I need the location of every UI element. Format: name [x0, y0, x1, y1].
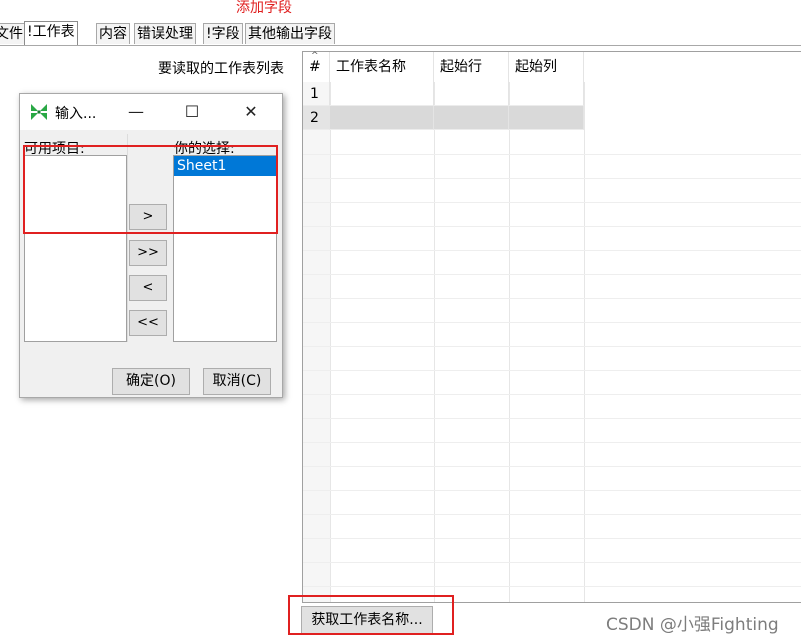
select-items-dialog: 输入... — ☐ ✕ 可用项目: 你的选择: Sheet1 > >> < <<… [19, 93, 283, 398]
tab-fields[interactable]: !字段 [203, 23, 243, 44]
tab-other-output-fields[interactable]: 其他输出字段 [245, 23, 335, 44]
column-header-sheet-name[interactable]: 工作表名称 [330, 52, 434, 82]
grid-line [303, 394, 801, 395]
tab-label: 文件 [0, 26, 23, 42]
tab-file[interactable]: 文件 [0, 23, 26, 44]
grid-line [303, 442, 801, 443]
grid-line [303, 178, 801, 179]
start-row-cell[interactable] [434, 82, 509, 106]
get-sheet-names-button[interactable]: 获取工作表名称... [301, 606, 433, 635]
start-row-cell[interactable] [434, 106, 509, 130]
grid-line [303, 466, 801, 467]
grid-line [509, 82, 510, 602]
sheets-table[interactable]: ^ # 工作表名称 起始行 起始列 1 2 [302, 51, 801, 603]
divider [127, 134, 128, 342]
column-header-label: # [309, 59, 321, 75]
grid-line [303, 202, 801, 203]
remove-all-button[interactable]: << [129, 310, 167, 336]
grid-line [303, 154, 801, 155]
tab-error-handling[interactable]: 错误处理 [134, 23, 196, 44]
annotation-title: 添加字段 [236, 0, 292, 16]
table-row[interactable]: 1 [303, 82, 801, 106]
tab-sheets[interactable]: !工作表 [24, 21, 78, 45]
grid-line [303, 514, 801, 515]
tab-label: 错误处理 [137, 26, 193, 42]
tab-label: 内容 [99, 26, 127, 42]
available-items-list[interactable] [24, 155, 127, 342]
column-header-label: 起始行 [440, 59, 482, 75]
dialog-title: 输入... [55, 106, 97, 122]
column-header-label: 工作表名称 [336, 59, 406, 75]
grid-line [303, 322, 801, 323]
add-selected-button[interactable]: > [129, 204, 167, 230]
grid-line [303, 346, 801, 347]
column-header-label: 起始列 [515, 59, 557, 75]
sort-ascending-icon: ^ [311, 51, 319, 61]
maximize-button[interactable]: ☐ [172, 94, 212, 130]
grid-line [303, 250, 801, 251]
row-number: 2 [303, 106, 330, 130]
grid-line [303, 490, 801, 491]
selected-items-list[interactable]: Sheet1 [173, 155, 277, 342]
tab-label: 其他输出字段 [248, 26, 332, 42]
table-header: ^ # 工作表名称 起始行 起始列 [303, 51, 801, 82]
tab-strip: 文件 !工作表 内容 错误处理 !字段 其他输出字段 [0, 21, 801, 46]
grid-line [303, 418, 801, 419]
grid-line [303, 586, 801, 587]
grid-line [434, 82, 435, 602]
ok-button[interactable]: 确定(O) [112, 368, 190, 395]
grid-line [303, 298, 801, 299]
cancel-button[interactable]: 取消(C) [203, 368, 271, 395]
tab-label: !工作表 [27, 24, 75, 40]
column-header-start-row[interactable]: 起始行 [434, 52, 509, 82]
grid-line [584, 82, 585, 602]
tab-label: !字段 [206, 26, 240, 42]
sheet-name-cell[interactable] [330, 106, 434, 130]
dialog-titlebar[interactable]: 输入... — ☐ ✕ [20, 94, 282, 130]
start-column-cell[interactable] [509, 106, 584, 130]
column-header-number[interactable]: ^ # [303, 51, 330, 82]
sheet-name-cell[interactable] [330, 82, 434, 106]
close-button[interactable]: ✕ [231, 94, 271, 130]
grid-line [303, 562, 801, 563]
grid-line [330, 82, 331, 602]
grid-line [303, 538, 801, 539]
grid-line [303, 370, 801, 371]
table-row[interactable]: 2 [303, 106, 801, 130]
column-header-start-column[interactable]: 起始列 [509, 52, 584, 82]
kettle-spoon-icon [31, 104, 47, 120]
tab-content[interactable]: 内容 [96, 23, 130, 44]
remove-selected-button[interactable]: < [129, 275, 167, 301]
watermark: CSDN @小强Fighting [606, 615, 779, 635]
grid-line [303, 226, 801, 227]
minimize-button[interactable]: — [116, 94, 156, 130]
sheet-list-label: 要读取的工作表列表 [158, 61, 284, 77]
add-all-button[interactable]: >> [129, 240, 167, 266]
start-column-cell[interactable] [509, 82, 584, 106]
row-header-column [303, 82, 330, 602]
grid-line [303, 274, 801, 275]
row-number: 1 [303, 82, 330, 106]
list-item[interactable]: Sheet1 [174, 156, 276, 176]
